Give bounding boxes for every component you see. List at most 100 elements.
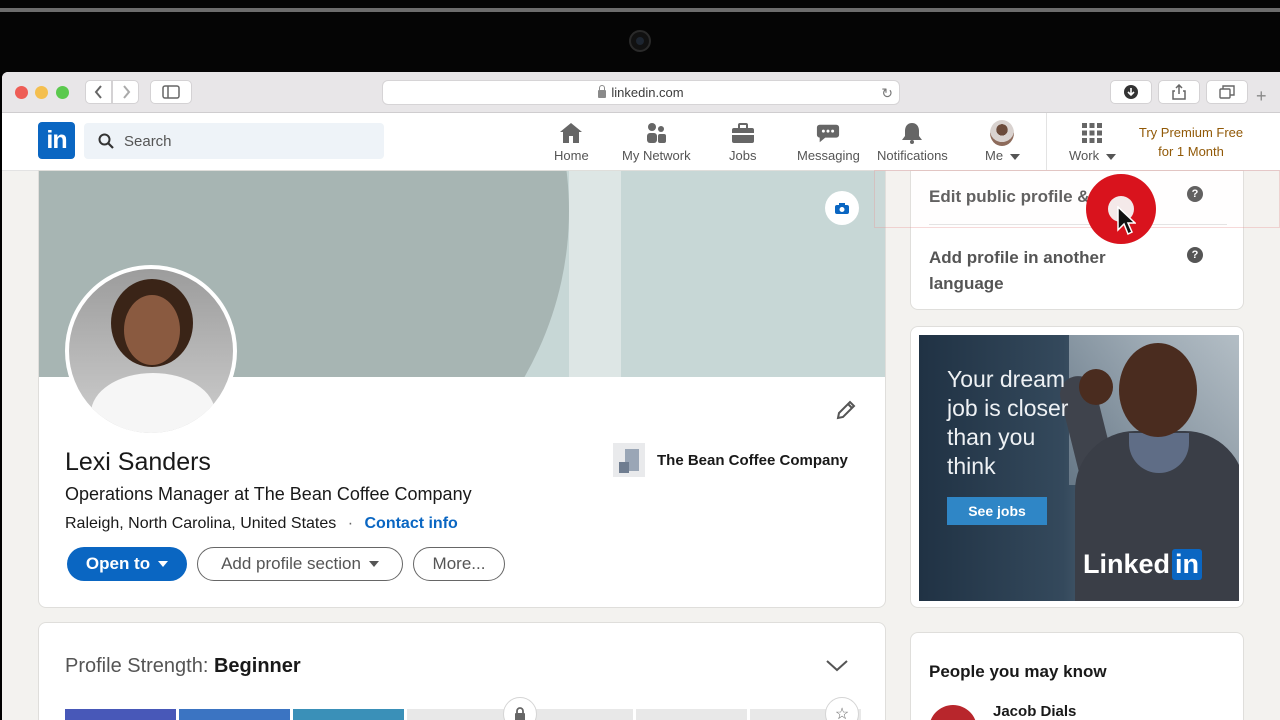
photo-shirt	[91, 373, 215, 433]
strength-segment	[635, 709, 747, 720]
grid-icon	[1080, 121, 1104, 145]
people-title: People you may know	[929, 662, 1107, 681]
share-icon	[1172, 84, 1186, 100]
strength-segment	[65, 709, 177, 720]
photo-face	[124, 295, 180, 365]
nav-notifications[interactable]: Notifications	[877, 121, 948, 163]
edit-intro-button[interactable]	[835, 399, 857, 426]
linkedin-navbar: in Search Home My Network Jobs Messaging…	[2, 113, 1280, 171]
address-bar[interactable]: linkedin.com ↻	[382, 80, 900, 105]
chevron-down-icon	[826, 660, 848, 672]
star-icon: ☆	[834, 706, 850, 720]
ad-line4: think	[947, 453, 996, 479]
ad-card: Your dream job is closer than you think …	[910, 326, 1244, 608]
person-name[interactable]: Jacob Dials	[993, 703, 1076, 720]
more-button[interactable]: More...	[413, 547, 505, 581]
linkedin-logo[interactable]: in	[38, 122, 75, 159]
me-avatar-wrap	[990, 120, 1015, 146]
add-profile-section-button[interactable]: Add profile section	[197, 547, 403, 581]
downloads-button[interactable]	[1110, 80, 1152, 104]
ad-line2: job is closer	[947, 395, 1069, 421]
open-to-label: Open to	[85, 554, 151, 573]
profile-name: Lexi Sanders	[65, 448, 211, 476]
people-you-may-know-card: People you may know Jacob Dials	[910, 632, 1244, 720]
avatar[interactable]	[929, 705, 977, 720]
try-premium-link[interactable]: Try Premium Free for 1 Month	[1132, 123, 1250, 161]
profile-top-card: Lexi Sanders Operations Manager at The B…	[38, 170, 886, 608]
open-to-button[interactable]: Open to	[67, 547, 187, 581]
webcam	[629, 30, 651, 52]
profile-photo[interactable]	[65, 265, 237, 437]
close-window-button[interactable]	[15, 86, 28, 99]
nav-me[interactable]: Me	[985, 120, 1020, 163]
nav-jobs-label: Jobs	[729, 148, 757, 163]
premium-line1: Try Premium Free	[1138, 125, 1244, 140]
share-button[interactable]	[1158, 80, 1200, 104]
nav-me-label: Me	[985, 148, 1004, 163]
nav-me-label-row: Me	[985, 148, 1020, 163]
profile-strength-title: Profile Strength: Beginner	[65, 655, 301, 678]
nav-work-label-row: Work	[1069, 148, 1116, 163]
company-name: The Bean Coffee Company	[657, 451, 848, 469]
ad-line3: than you	[947, 424, 1036, 450]
highlight-box	[874, 170, 1280, 228]
contact-info-link[interactable]: Contact info	[364, 515, 457, 532]
linkedin-ad-logo: Linked in	[1083, 549, 1203, 580]
search-box[interactable]: Search	[84, 123, 384, 159]
strength-segment	[407, 709, 519, 720]
see-jobs-button[interactable]: See jobs	[947, 497, 1047, 525]
nav-work[interactable]: Work	[1069, 121, 1116, 163]
ad-headline: Your dream job is closer than you think	[947, 365, 1097, 481]
bezel-edge	[0, 8, 1280, 12]
minimize-window-button[interactable]	[35, 86, 48, 99]
caret-down-icon	[158, 561, 169, 567]
nav-home[interactable]: Home	[554, 121, 589, 163]
nav-divider	[1046, 113, 1047, 171]
expand-strength-button[interactable]	[825, 659, 849, 678]
separator-dot: ·	[347, 515, 354, 532]
current-company[interactable]: The Bean Coffee Company	[613, 443, 848, 477]
pencil-icon	[836, 400, 856, 420]
cover-stripe	[569, 171, 621, 377]
nav-my-network[interactable]: My Network	[622, 121, 691, 163]
tabs-icon	[1219, 85, 1235, 99]
zoom-window-button[interactable]	[56, 86, 69, 99]
ad-logo-word: Linked	[1083, 549, 1171, 579]
premium-line2: for 1 Month	[1158, 144, 1224, 159]
mouse-cursor-icon	[1117, 206, 1136, 236]
add-language-profile-link[interactable]: Add profile in another language	[929, 245, 1106, 297]
profile-location-row: Raleigh, North Carolina, United States ·…	[65, 515, 458, 533]
company-logo	[613, 443, 645, 477]
ad-logo-in: in	[1172, 549, 1203, 580]
ad-person-head	[1119, 343, 1197, 437]
tab-overview-button[interactable]	[1206, 80, 1248, 104]
nav-messaging[interactable]: Messaging	[797, 121, 860, 163]
briefcase-icon	[731, 121, 755, 145]
ad-line1: Your dream	[947, 366, 1066, 392]
camera-icon	[835, 202, 849, 214]
chevron-left-icon	[94, 85, 102, 99]
strength-segment	[179, 709, 291, 720]
url-text: linkedin.com	[611, 85, 684, 100]
more-label: More...	[432, 554, 486, 573]
jobs-ad-banner[interactable]: Your dream job is closer than you think …	[919, 335, 1239, 601]
browser-toolbar: linkedin.com ↻ +	[2, 72, 1280, 113]
edit-cover-button[interactable]	[825, 191, 859, 225]
profile-strength-card: Profile Strength: Beginner ☆	[38, 622, 886, 720]
caret-down-icon	[368, 561, 379, 567]
nav-jobs[interactable]: Jobs	[729, 121, 756, 163]
caret-down-icon	[1105, 154, 1116, 160]
lock-milestone	[503, 697, 537, 720]
profile-location: Raleigh, North Carolina, United States	[65, 515, 337, 532]
add-language-line2: language	[929, 274, 1004, 293]
reload-icon[interactable]: ↻	[881, 85, 893, 102]
strength-meter	[65, 709, 861, 720]
new-tab-icon[interactable]: +	[1256, 86, 1267, 107]
avatar	[990, 120, 1015, 146]
back-button[interactable]	[85, 80, 112, 104]
help-icon[interactable]: ?	[1187, 247, 1203, 263]
forward-button[interactable]	[112, 80, 139, 104]
search-icon	[98, 133, 114, 149]
strength-label: Profile Strength:	[65, 655, 209, 677]
sidebar-toggle-button[interactable]	[150, 80, 192, 104]
